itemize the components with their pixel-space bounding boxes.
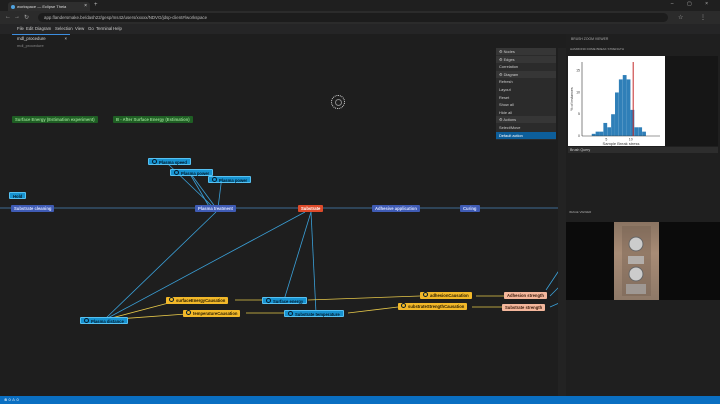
causation-icon [401, 303, 406, 308]
graph-node[interactable]: Substrate [298, 205, 324, 212]
graph-node[interactable]: Plasma speed [148, 158, 191, 165]
variable-icon [266, 298, 271, 303]
edge-power2-treatment [189, 173, 211, 209]
graph-node[interactable]: Plasma distance [80, 317, 128, 324]
context-menu-default-action[interactable]: Default action [496, 131, 556, 139]
edge-surface-adhesion [307, 295, 421, 301]
sample-photo[interactable] [614, 222, 659, 300]
status-bar: ⊗ 0 ⚠ 0 [0, 396, 720, 404]
context-menu-edges: ⚙ Edges [496, 55, 556, 63]
y-tick-label: 15 [576, 69, 580, 73]
graph-node[interactable]: B - After Surface Energy (Estimation) [113, 116, 193, 123]
causation-icon [186, 310, 191, 315]
context-menu-show-all[interactable]: Show all [496, 101, 556, 108]
edge-temp-strength [347, 306, 399, 314]
histogram-bar [615, 92, 619, 136]
graph-node[interactable]: Plasma power [170, 169, 214, 176]
histogram-bar [622, 75, 627, 136]
histogram-bar [611, 114, 615, 136]
causation-icon [423, 292, 428, 297]
graph-node[interactable]: Surface Energy (Estimation experiment) [12, 116, 98, 123]
histogram-chart[interactable]: 0 5 10 15 5 10 Sample Break stress% of instanc… [568, 56, 665, 146]
variable-icon [84, 318, 89, 323]
context-menu: ⚙ Nodes ⚙ Edges Correlation ⚙ Diagram Refres… [496, 48, 556, 140]
histogram-bar [642, 131, 646, 136]
context-menu-hide-all[interactable]: Hide all [496, 109, 556, 116]
y-tick-label: 5 [578, 112, 580, 116]
y-tick-label: 0 [578, 134, 580, 138]
graph-node[interactable]: Substrate temperature [284, 310, 344, 317]
context-menu-nodes: ⚙ Nodes [496, 48, 556, 55]
graph-node[interactable]: temperatureCausation [183, 310, 241, 317]
histogram-bar [630, 109, 635, 136]
graph-node[interactable]: Adhesion strength [504, 292, 547, 299]
graph-node[interactable]: Adhesive application [372, 205, 420, 212]
histogram-svg: 0510155 10Sample Break stress% of instanc… [570, 62, 660, 146]
histogram-bar [638, 127, 643, 136]
loading-spinner-icon [331, 95, 345, 109]
graph-node[interactable]: Plasma power [208, 176, 252, 183]
graph-node[interactable]: Surface energy [262, 297, 308, 304]
histogram-bar [618, 79, 623, 136]
histogram-bar [599, 131, 604, 136]
edge-temp-substrate [310, 211, 317, 314]
context-menu-reset[interactable]: Reset [496, 94, 556, 101]
graph-node[interactable]: Curing [460, 205, 480, 212]
context-menu-layout[interactable]: Layout [496, 86, 556, 93]
graph-node[interactable]: Substrate strength [502, 304, 546, 311]
context-menu-diagram: ⚙ Diagram [496, 70, 556, 78]
histogram-bar [591, 133, 596, 136]
histogram-bar [603, 122, 608, 136]
histogram-bar [626, 79, 631, 136]
chart-background [665, 56, 718, 146]
panel-title: BRUSH ZOOM VIEWER [571, 37, 609, 41]
edge-surface-substrate [283, 211, 312, 301]
histogram-bar [634, 127, 639, 136]
graph-node[interactable]: substrateStrengthCausation [398, 303, 468, 310]
x-axis-label: Sample Break stress [603, 141, 640, 146]
context-menu-correlation[interactable]: Correlation [496, 63, 556, 70]
context-menu-refresh[interactable]: Refresh [496, 78, 556, 85]
variable-icon [212, 177, 217, 182]
brush-query-bar[interactable]: Brush Query [568, 147, 718, 153]
scrollbar[interactable] [558, 48, 566, 400]
graph-node[interactable]: Substrate cleaning [11, 205, 55, 212]
graph-node[interactable]: Plasma treatment [195, 205, 236, 212]
context-menu-select-move[interactable]: Select/Move [496, 124, 556, 131]
graph-node[interactable]: Hold [9, 192, 27, 199]
image-viewer-title: IMAGE VIEWER [569, 210, 592, 214]
graph-node[interactable]: surfaceEnergyCausation [166, 297, 229, 304]
y-axis-label: % of instances [570, 87, 574, 111]
chart-title: HAMMOND DOME BREAK STRENGTH [570, 47, 625, 51]
graph-node[interactable]: adhesionCausation [420, 292, 472, 299]
histogram-bar [607, 127, 612, 136]
variable-icon [152, 159, 157, 164]
causation-icon [169, 297, 174, 302]
context-menu-actions: ⚙ Actions [496, 116, 556, 124]
y-tick-label: 10 [576, 90, 580, 94]
histogram-bar [595, 131, 600, 136]
variable-icon [174, 170, 179, 175]
variable-icon [288, 311, 293, 316]
